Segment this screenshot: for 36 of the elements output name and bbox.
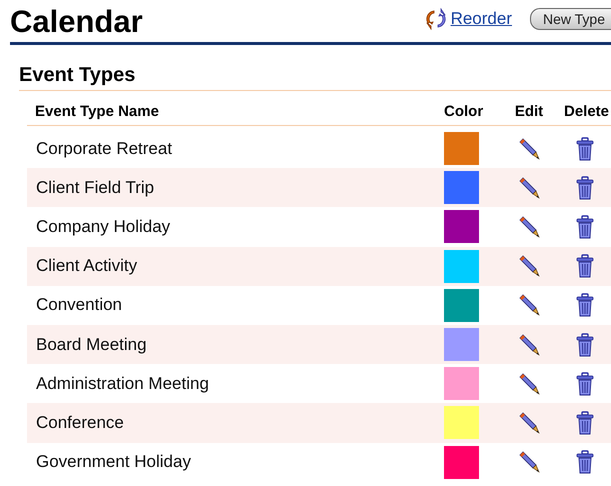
event-type-name: Board Meeting — [35, 334, 148, 355]
column-header: Color — [443, 103, 484, 120]
trash-icon[interactable] — [576, 372, 594, 396]
trash-icon[interactable] — [576, 136, 594, 161]
trash-icon[interactable] — [576, 293, 594, 318]
event-type-name: Conference — [35, 412, 125, 433]
pencil-icon[interactable] — [517, 214, 541, 239]
trash-icon[interactable] — [576, 332, 594, 357]
pencil-icon[interactable] — [517, 332, 541, 357]
event-type-name: Government Holiday — [35, 452, 192, 472]
pencil-icon[interactable] — [517, 136, 541, 161]
pencil-icon[interactable] — [517, 410, 541, 435]
event-type-name: Corporate Retreat — [35, 138, 174, 159]
event-type-name: Company Holiday — [35, 216, 172, 237]
pencil-icon[interactable] — [517, 450, 541, 474]
column-header: Event Type Name — [34, 103, 160, 120]
page-title: Calendar — [10, 3, 143, 40]
trash-icon[interactable] — [576, 450, 594, 474]
pencil-icon[interactable] — [517, 176, 541, 200]
event-type-name: Convention — [35, 295, 124, 316]
new-type-button[interactable]: New Type — [530, 8, 611, 30]
pencil-icon[interactable] — [517, 293, 541, 318]
event-type-name: Client Activity — [35, 256, 138, 276]
section-title: Event Types — [19, 45, 611, 91]
column-header: Delete — [562, 103, 610, 120]
event-type-name: Administration Meeting — [35, 374, 210, 394]
trash-icon[interactable] — [576, 176, 594, 200]
event-type-name: Client Field Trip — [35, 178, 156, 198]
circular-arrows-icon[interactable] — [424, 8, 447, 30]
trash-icon[interactable] — [576, 410, 594, 435]
trash-icon[interactable] — [576, 254, 594, 278]
reorder-link[interactable]: Reorder — [450, 9, 512, 29]
column-header: Edit — [514, 103, 544, 120]
pencil-icon[interactable] — [517, 372, 541, 396]
trash-icon[interactable] — [576, 214, 594, 239]
pencil-icon[interactable] — [517, 254, 541, 278]
